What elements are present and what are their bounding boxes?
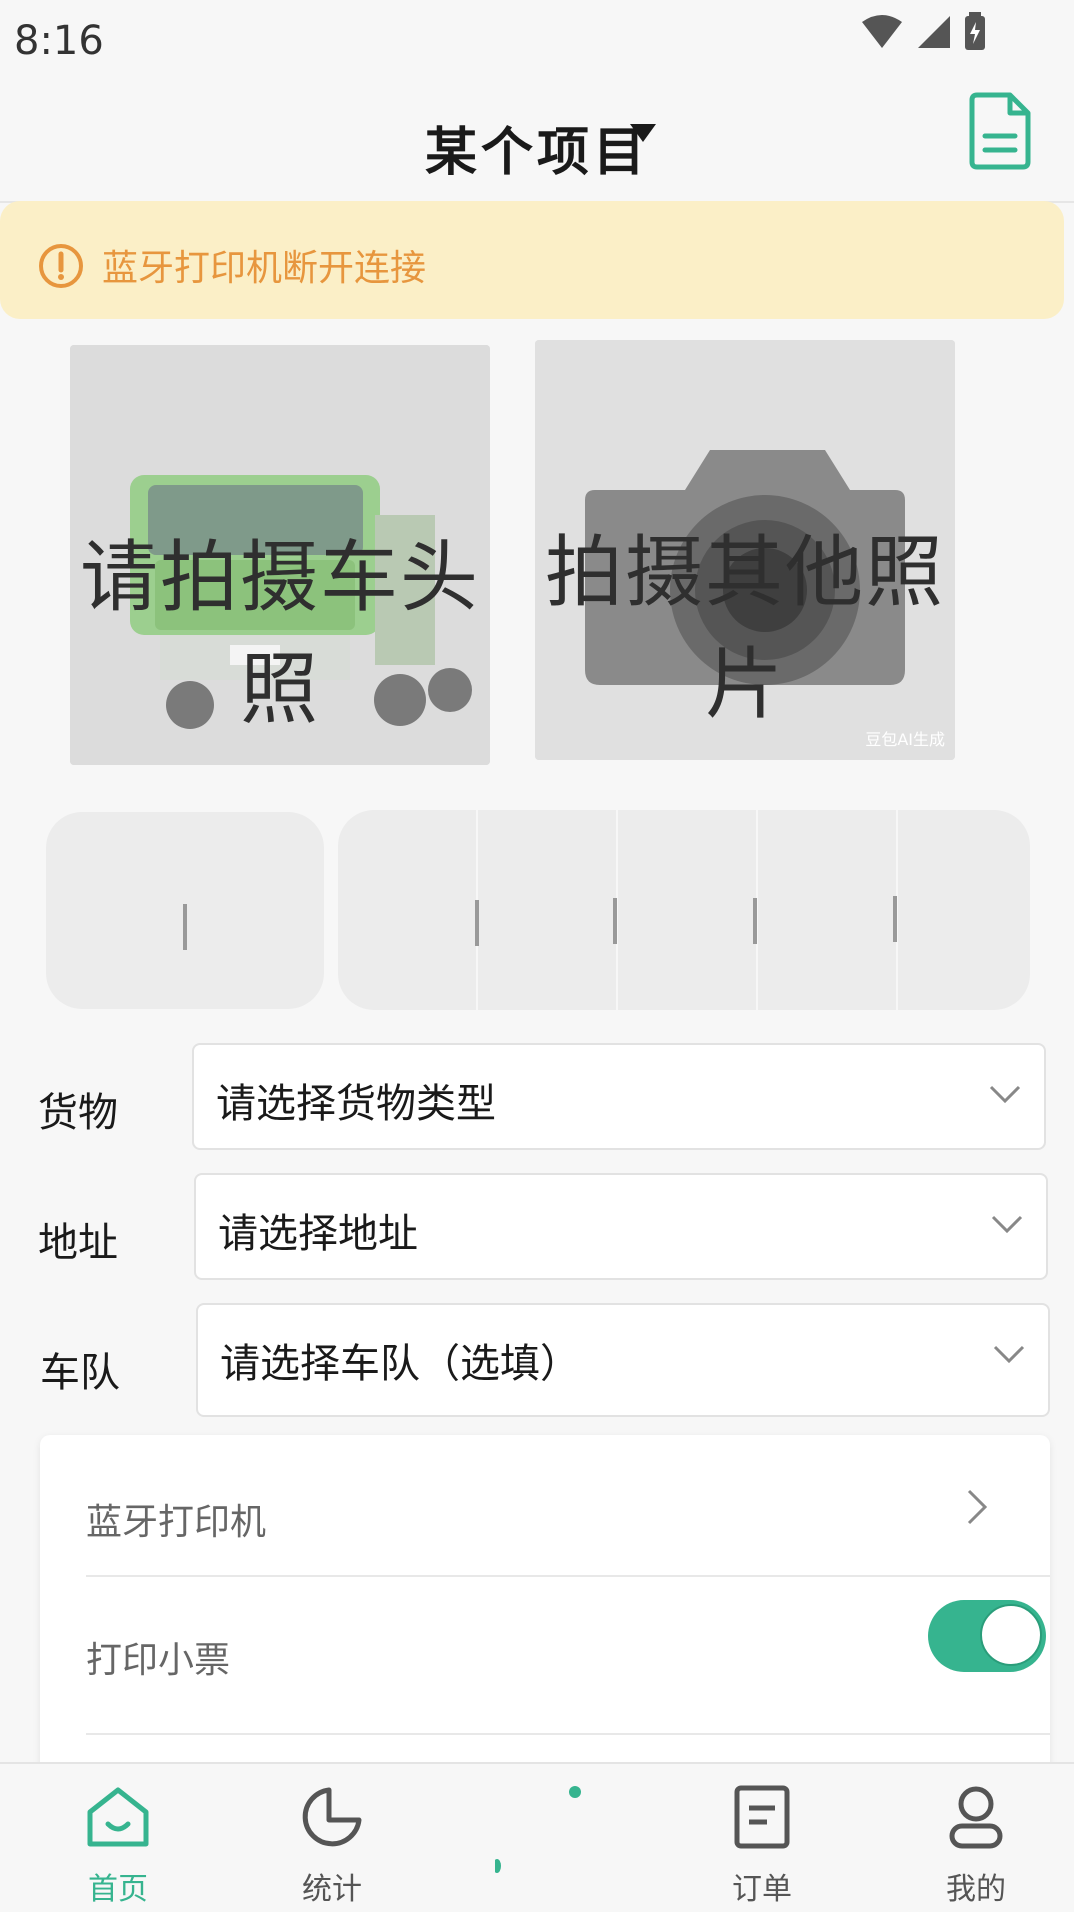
chevron-down-icon	[993, 1345, 1025, 1364]
plate-province-box[interactable]	[46, 812, 324, 1009]
banner-text: 蓝牙打印机断开连接	[102, 248, 427, 289]
center-action-icon	[495, 1786, 581, 1873]
nav-center[interactable]	[440, 1764, 640, 1912]
plate-char-4[interactable]	[758, 810, 898, 1010]
fleet-select-text: 请选择车队（选填）	[220, 1341, 580, 1387]
chevron-down-icon	[989, 1085, 1021, 1104]
print-receipt-toggle[interactable]	[928, 1600, 1046, 1672]
order-list-icon	[734, 1785, 790, 1849]
other-photo-label: 拍摄其他照片	[544, 528, 945, 730]
pie-chart-icon	[302, 1787, 362, 1847]
alert-circle-icon	[39, 244, 83, 288]
text-cursor	[753, 898, 757, 944]
printer-disconnected-banner: 蓝牙打印机断开连接	[0, 201, 1064, 319]
text-cursor	[613, 898, 617, 944]
bluetooth-printer-label[interactable]: 蓝牙打印机	[86, 1493, 266, 1545]
plate-char-2[interactable]	[478, 810, 618, 1010]
signal-icon	[918, 16, 950, 48]
project-title[interactable]: 某个项目	[0, 110, 1074, 185]
nav-home[interactable]: 首页	[18, 1764, 218, 1912]
front-photo-button[interactable]: 请拍摄车头照	[70, 345, 490, 765]
plate-char-1[interactable]	[338, 810, 479, 1010]
fleet-select[interactable]: 请选择车队（选填）	[196, 1303, 1050, 1417]
nav-mine-label: 我的	[946, 1872, 1006, 1907]
chevron-down-icon	[991, 1215, 1023, 1234]
nav-mine[interactable]: 我的	[876, 1764, 1074, 1912]
other-photo-button[interactable]: 拍摄其他照片 豆包AI生成	[535, 340, 955, 760]
toggle-knob	[980, 1604, 1042, 1666]
nav-orders[interactable]: 订单	[662, 1764, 862, 1912]
battery-icon	[965, 12, 985, 50]
cargo-label: 货物	[38, 1090, 118, 1136]
status-time: 8:16	[14, 18, 104, 64]
text-cursor	[893, 896, 897, 942]
plate-char-3[interactable]	[618, 810, 758, 1010]
user-icon	[949, 1786, 1003, 1849]
cargo-select-text: 请选择货物类型	[216, 1081, 496, 1127]
address-select[interactable]: 请选择地址	[194, 1173, 1048, 1280]
text-cursor	[183, 904, 187, 950]
wifi-icon	[862, 15, 902, 48]
app-header: 某个项目	[0, 70, 1074, 200]
address-select-text: 请选择地址	[218, 1211, 418, 1257]
address-label: 地址	[38, 1220, 118, 1266]
nav-home-label: 首页	[88, 1872, 148, 1907]
chevron-right-icon[interactable]	[965, 1487, 989, 1527]
front-photo-label: 请拍摄车头照	[79, 533, 480, 735]
plate-number-box[interactable]	[338, 810, 1030, 1010]
status-icons	[860, 12, 986, 52]
nav-stats-label: 统计	[302, 1872, 362, 1907]
document-icon[interactable]	[966, 92, 1034, 170]
print-receipt-label: 打印小票	[86, 1640, 231, 1681]
image-watermark: 豆包AI生成	[865, 730, 945, 749]
nav-stats[interactable]: 统计	[232, 1764, 432, 1912]
divider	[86, 1733, 1050, 1735]
fleet-label: 车队	[40, 1350, 120, 1396]
bottom-nav: 首页 统计 订单 我的	[0, 1762, 1074, 1912]
home-icon	[87, 1787, 149, 1847]
caret-down-icon[interactable]	[628, 122, 658, 144]
divider	[86, 1575, 1050, 1577]
print-settings-card: 蓝牙打印机 打印小票	[40, 1435, 1050, 1775]
cargo-select[interactable]: 请选择货物类型	[192, 1043, 1046, 1150]
nav-orders-label: 订单	[732, 1872, 792, 1907]
